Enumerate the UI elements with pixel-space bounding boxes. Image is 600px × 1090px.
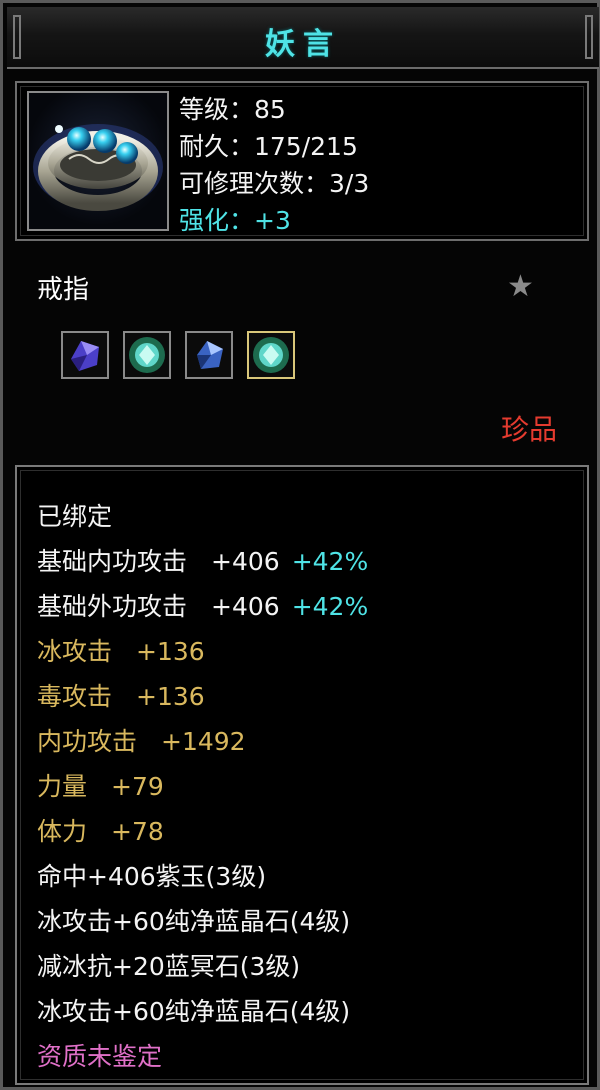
stat-value: +79 — [111, 772, 164, 801]
item-stats: 等级：85 耐久：175/215 可修理次数：3/3 强化：+3 — [179, 91, 369, 239]
socket-line-2: 冰攻击+60纯净蓝晶石(4级) — [37, 907, 351, 936]
stat-label: 基础内功攻击 — [37, 547, 188, 576]
stat-label: 力量 — [37, 772, 88, 801]
stat-bonus: +42% — [291, 547, 369, 576]
favorite-star-icon[interactable]: ★ — [507, 269, 534, 304]
enhance-stat: 强化：+3 — [179, 206, 291, 235]
stat-value: +136 — [136, 637, 205, 666]
level-stat: 等级：85 — [179, 95, 286, 124]
title-ornament-left — [13, 15, 21, 59]
stat-label: 内功攻击 — [37, 727, 138, 756]
stat-label: 冰攻击 — [37, 637, 113, 666]
socket-line-4: 冰攻击+60纯净蓝晶石(4级) — [37, 997, 351, 1026]
ring-icon — [27, 91, 169, 231]
repair-count-stat: 可修理次数：3/3 — [179, 169, 370, 198]
item-name: 妖言 — [265, 27, 341, 62]
stat-value: +1492 — [161, 727, 246, 756]
purple-gem-icon[interactable] — [61, 331, 109, 379]
item-tooltip: 妖言 等级：85 耐久：175/215 可修理次数：3/3 强化：+3 戒指 ★… — [0, 0, 600, 1090]
stat-label: 基础外功攻击 — [37, 592, 188, 621]
bound-status: 已绑定 — [37, 502, 113, 531]
base-inner-attack-line: 基础内功攻击 +406 +42% — [37, 542, 368, 578]
stamina-line: 体力 +78 — [37, 812, 164, 848]
socket-line-3: 减冰抗+20蓝冥石(3级) — [37, 952, 301, 981]
stat-label: 体力 — [37, 817, 88, 846]
stat-value: +406 — [211, 592, 280, 621]
durability-stat: 耐久：175/215 — [179, 132, 358, 161]
stat-bonus: +42% — [291, 592, 369, 621]
item-info-section: 戒指 ★ 珍品 — [15, 253, 589, 458]
green-crystal-icon[interactable] — [123, 331, 171, 379]
quality-status: 资质未鉴定 — [37, 1042, 163, 1071]
socket-line-1: 命中+406紫玉(3级) — [37, 862, 267, 891]
strength-line: 力量 +79 — [37, 767, 164, 803]
stat-value: +78 — [111, 817, 164, 846]
stat-label: 毒攻击 — [37, 682, 113, 711]
poison-attack-line: 毒攻击 +136 — [37, 677, 205, 713]
title-ornament-right — [585, 15, 593, 59]
green-crystal-icon[interactable] — [247, 331, 295, 379]
stat-value: +406 — [211, 547, 280, 576]
rarity-label: 珍品 — [500, 413, 557, 446]
blue-gem-icon[interactable] — [185, 331, 233, 379]
stat-value: +136 — [136, 682, 205, 711]
item-type-label: 戒指 — [37, 275, 90, 305]
inner-attack-line: 内功攻击 +1492 — [37, 722, 246, 758]
title-bar: 妖言 — [7, 7, 599, 69]
ice-attack-line: 冰攻击 +136 — [37, 632, 205, 668]
base-outer-attack-line: 基础外功攻击 +406 +42% — [37, 587, 368, 623]
